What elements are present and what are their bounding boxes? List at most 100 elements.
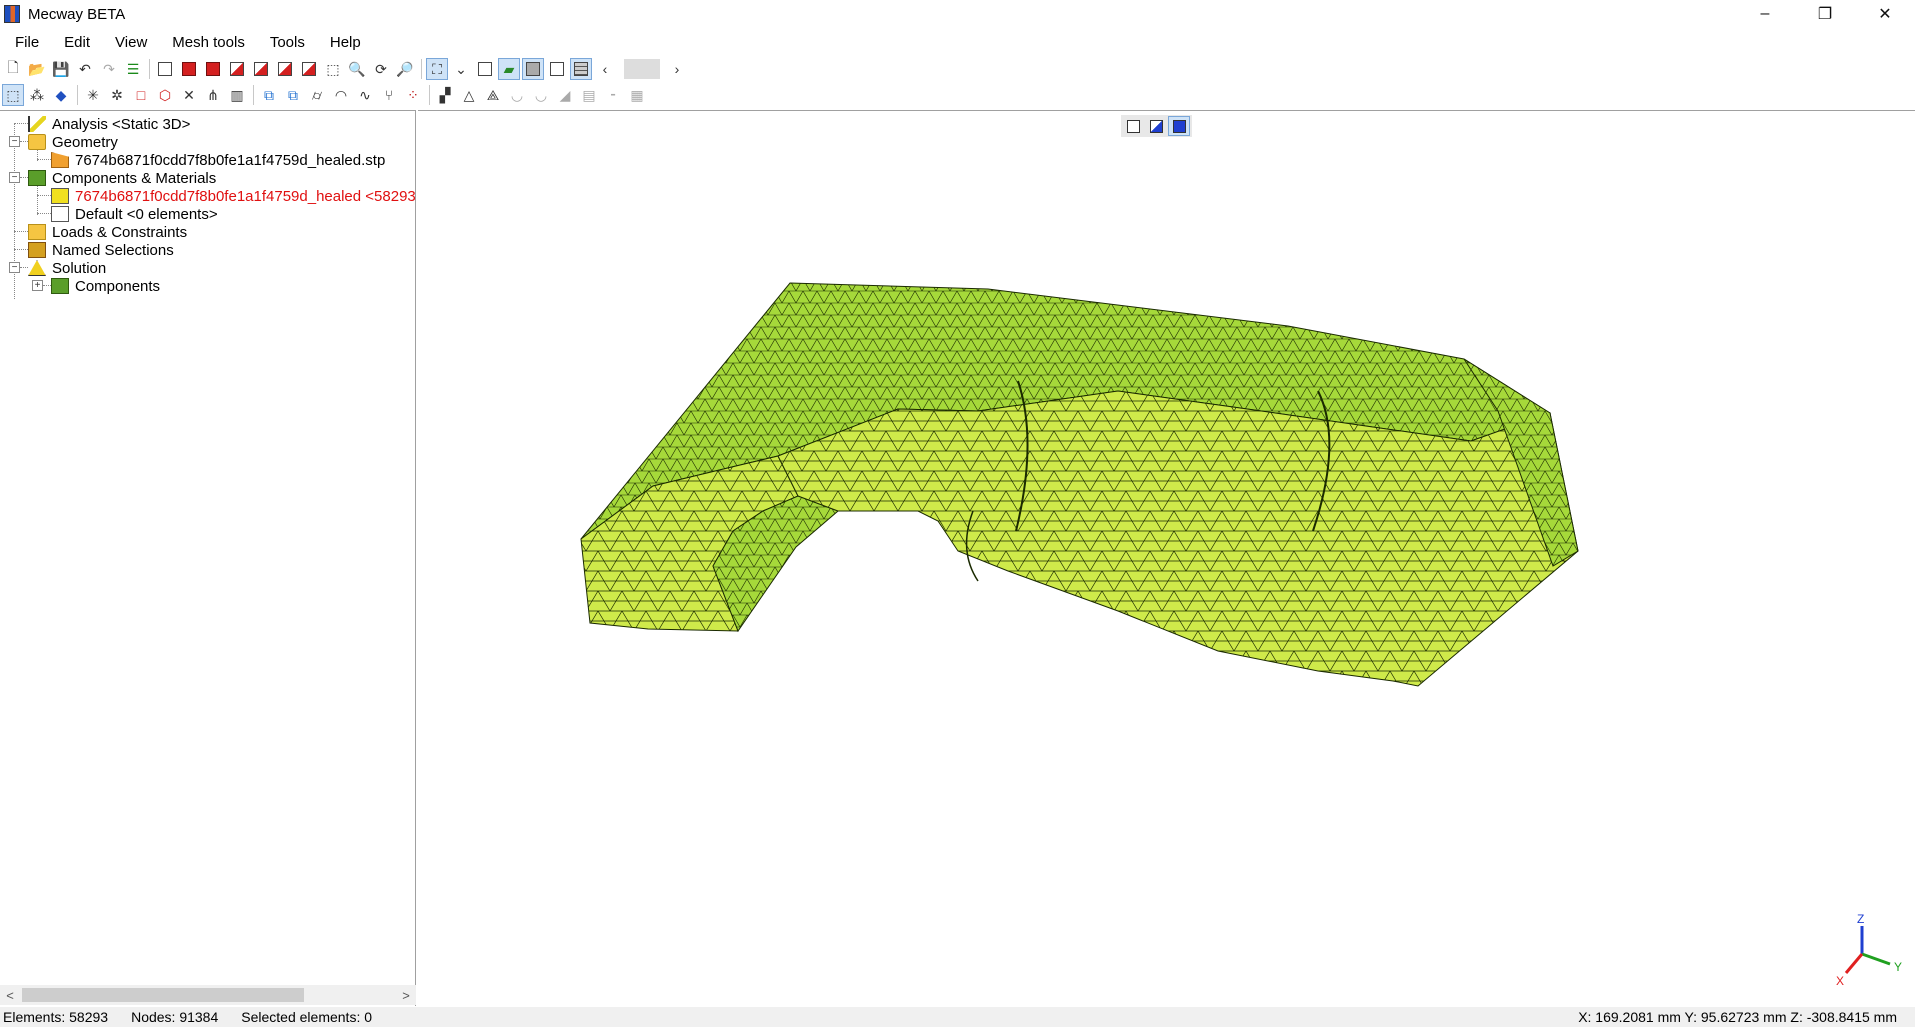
view-top-icon[interactable] [274,58,296,80]
menu-help[interactable]: Help [315,34,371,51]
tree-line [20,177,28,178]
tree-item-label: Named Selections [52,241,174,259]
y-axis-line [1861,952,1891,966]
explode-icon[interactable]: ✳ [82,84,104,106]
status-elements: Elements: 58293 [3,1009,109,1025]
minimize-button[interactable]: – [1735,0,1795,28]
view-right-icon[interactable] [250,58,272,80]
tree-line [14,249,28,250]
mesh-display-icon[interactable] [570,58,592,80]
restore-button[interactable]: ❐ [1795,0,1855,28]
status-nodes: Nodes: 91384 [131,1009,219,1025]
tree-horizontal-scrollbar[interactable]: < > [0,985,416,1005]
tree-line [37,195,51,196]
undo-icon[interactable]: ↶ [74,58,96,80]
extrude-icon[interactable]: ▥ [226,84,248,106]
chamfer-icon[interactable]: ◡ [530,84,552,106]
scroll-right-button[interactable]: > [396,988,416,1003]
components-icon [28,170,46,186]
rectangle-icon[interactable]: □ [130,84,152,106]
split-icon[interactable]: ⋔ [202,84,224,106]
shell-icon[interactable]: ◢ [554,84,576,106]
move-icon[interactable]: ⧉ [282,84,304,106]
y-axis-label: Y [1894,960,1902,974]
sweep-icon[interactable]: ∿ [354,84,376,106]
select-mode-icon[interactable]: ⛶ [426,58,448,80]
status-coordinates: X: 169.2081 mm Y: 95.62723 mm Z: -308.84… [1578,1009,1897,1025]
nav-next-icon[interactable]: › [666,58,688,80]
scroll-left-button[interactable]: < [0,988,20,1003]
table-icon[interactable]: ▦ [626,84,648,106]
layers-icon[interactable]: ▤ [578,84,600,106]
new-file-icon[interactable]: 🗋 [2,58,24,80]
expand-solution-components-button[interactable]: + [32,280,43,291]
view-isometric-icon[interactable] [154,58,176,80]
view-front-icon[interactable] [178,58,200,80]
select-dropdown-icon[interactable]: ⌄ [450,58,472,80]
collapse-geometry-button[interactable]: − [9,136,20,147]
align-icon[interactable]: ⁃ [602,84,624,106]
menu-edit[interactable]: Edit [49,34,100,51]
fillet-icon[interactable]: ◡ [506,84,528,106]
delete-icon[interactable]: ✕ [178,84,200,106]
copy-icon[interactable]: ⧉ [258,84,280,106]
view-wire-cube-icon[interactable] [1122,116,1144,136]
wireframe-icon[interactable] [474,58,496,80]
refine-icon[interactable]: ⑂ [378,84,400,106]
named-selections-icon [28,242,46,258]
model-tree: Analysis <Static 3D> − Geometry 7674b687… [0,110,416,1006]
mesh-tri-icon[interactable]: ⟁ [482,84,504,106]
smooth-icon[interactable]: ⁘ [402,84,424,106]
toolbar-separator [421,59,423,79]
close-button[interactable]: ✕ [1855,0,1915,28]
box-icon[interactable]: ⬡ [154,84,176,106]
folder-icon [28,134,46,150]
scroll-thumb[interactable] [22,988,304,1002]
menu-mesh-tools[interactable]: Mesh tools [157,34,255,51]
cylinder-icon[interactable]: ⌭ [306,84,328,106]
zoom-window-icon[interactable]: ⬚ [322,58,344,80]
menu-file[interactable]: File [0,34,49,51]
toolbar-separator [149,59,151,79]
redo-icon[interactable]: ↷ [98,58,120,80]
menu-tools[interactable]: Tools [255,34,315,51]
nav-prev-icon[interactable]: ‹ [594,58,616,80]
view-half-cube-icon[interactable] [1145,116,1167,136]
view-bottom-icon[interactable] [298,58,320,80]
tree-item-label: Analysis <Static 3D> [52,115,191,133]
select-nodes-icon[interactable]: ⁂ [26,84,48,106]
outline-icon[interactable] [546,58,568,80]
mesh-hex-icon[interactable]: ▞ [434,84,456,106]
mesh-tet-icon[interactable]: △ [458,84,480,106]
3d-viewport[interactable]: Z Y X [418,110,1915,1006]
select-faces-icon[interactable]: ◆ [50,84,72,106]
tree-item-solution-components[interactable]: Components [51,275,160,297]
merge-icon[interactable]: ✲ [106,84,128,106]
view-solid-cube-icon[interactable] [1168,116,1190,136]
rotate-icon[interactable]: ⟳ [370,58,392,80]
view-back-icon[interactable] [202,58,224,80]
tree-line [20,267,28,268]
revolve-icon[interactable]: ◠ [330,84,352,106]
view-left-icon[interactable] [226,58,248,80]
select-elements-icon[interactable]: ⬚ [2,84,24,106]
menu-bar: File Edit View Mesh tools Tools Help [0,30,1915,54]
toolbar-scroll-indicator[interactable] [624,59,660,79]
solve-icon[interactable]: ☰ [122,58,144,80]
save-icon[interactable]: 💾 [50,58,72,80]
tree-item-label: Components [75,277,161,295]
tree-line [20,141,28,142]
collapse-components-button[interactable]: − [9,172,20,183]
x-axis-label: X [1836,974,1844,988]
tree-item-label: Geometry [52,133,118,151]
open-folder-icon[interactable]: 📂 [26,58,48,80]
zoom-icon[interactable]: 🔍 [346,58,368,80]
collapse-solution-button[interactable]: − [9,262,20,273]
axis-triad: Z Y X [1836,912,1902,988]
tree-line [43,285,51,286]
toolbar-separator [429,85,431,105]
menu-view[interactable]: View [100,34,157,51]
shaded-icon[interactable]: ▰ [498,58,520,80]
zoom-fit-icon[interactable]: 🔎 [394,58,416,80]
shaded-edges-icon[interactable] [522,58,544,80]
